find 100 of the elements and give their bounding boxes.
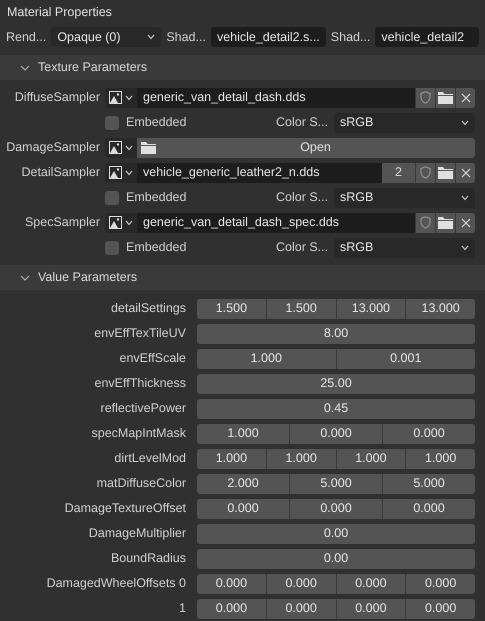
shield-icon [420, 91, 431, 104]
parameter-label: envEffTexTileUV [93, 325, 187, 342]
color-space-label: Color S... [276, 114, 330, 132]
shield-icon [420, 216, 431, 229]
number-field[interactable]: 0.000 [290, 424, 382, 444]
number-field[interactable]: 0.000 [197, 574, 266, 594]
embedded-checkbox[interactable] [105, 240, 119, 254]
number-field[interactable]: 0.000 [383, 498, 475, 518]
section-header[interactable]: Texture Parameters [0, 55, 485, 80]
number-field[interactable]: 0.000 [290, 498, 382, 518]
section-title: Texture Parameters [38, 59, 148, 76]
number-field[interactable]: 2.000 [197, 474, 289, 494]
file-name-field[interactable]: generic_van_detail_dash_spec.dds [137, 212, 415, 232]
number-field[interactable]: 0.001 [336, 348, 475, 368]
unlink-button[interactable] [455, 162, 475, 182]
folder-icon [438, 92, 453, 104]
number-field[interactable]: 0.00 [197, 548, 475, 568]
chevron-down-icon[interactable] [20, 62, 30, 72]
text-field[interactable]: vehicle_detail2 [375, 27, 479, 48]
embedded-label: Embedded [126, 189, 188, 206]
caret-icon [125, 170, 133, 176]
parameter-label: DamageTextureOffset [64, 500, 187, 518]
fake-user-button[interactable] [415, 162, 435, 182]
number-field[interactable]: 8.00 [197, 324, 475, 344]
parameter-label: reflectivePower [100, 400, 187, 418]
chevron-down-icon[interactable] [20, 272, 30, 282]
number-field[interactable]: 1.000 [197, 424, 289, 444]
number-field[interactable]: 1.500 [197, 298, 266, 318]
sampler-label: DamageSampler [5, 139, 100, 156]
color-space-dropdown[interactable]: sRGB [334, 112, 475, 132]
field-label: Rend... [6, 28, 46, 46]
caret-icon [461, 194, 469, 200]
number-field[interactable]: 5.000 [290, 474, 382, 494]
field-label: Shad... [330, 28, 370, 46]
parameter-label: DamagedWheelOffsets 0 [46, 575, 187, 592]
caret-icon [125, 144, 133, 150]
number-field[interactable]: 0.00 [197, 524, 475, 544]
close-icon [460, 168, 470, 178]
number-field[interactable]: 25.00 [197, 374, 475, 394]
image-type-dropdown[interactable] [105, 212, 137, 232]
fake-user-button[interactable] [415, 88, 435, 108]
unlink-button[interactable] [455, 212, 475, 232]
caret-icon [125, 94, 133, 100]
image-icon [109, 91, 122, 104]
number-field[interactable]: 0.000 [336, 598, 406, 618]
embedded-checkbox[interactable] [105, 116, 119, 130]
section-header[interactable]: Value Parameters [0, 265, 485, 290]
number-field[interactable]: 0.000 [406, 574, 475, 594]
color-space-label: Color S... [276, 239, 330, 256]
number-field[interactable]: 0.000 [197, 498, 289, 518]
close-icon [460, 218, 470, 228]
color-space-dropdown[interactable]: sRGB [334, 188, 475, 208]
number-field[interactable]: 1.000 [266, 448, 336, 468]
number-field[interactable]: 13.000 [406, 298, 475, 318]
image-type-dropdown[interactable] [105, 138, 137, 158]
number-field[interactable]: 0.000 [266, 574, 336, 594]
file-name-field[interactable]: vehicle_generic_leather2_n.dds [137, 162, 382, 182]
render-mode-dropdown[interactable]: Opaque (0) [51, 27, 162, 48]
embedded-checkbox[interactable] [105, 190, 119, 204]
sampler-label: SpecSampler [24, 214, 100, 232]
parameter-label: specMapIntMask [90, 425, 187, 442]
number-field[interactable]: 0.000 [406, 598, 475, 618]
field-label: Shad... [166, 28, 206, 46]
sampler-label: DetailSampler [20, 164, 100, 182]
number-field[interactable]: 1.000 [197, 448, 266, 468]
sampler-label: DiffuseSampler [14, 89, 100, 106]
close-icon [460, 92, 470, 102]
section-title: Value Parameters [38, 269, 138, 286]
parameter-label: BoundRadius [110, 550, 187, 568]
open-button[interactable]: Open [137, 138, 475, 158]
number-field[interactable]: 0.000 [383, 424, 475, 444]
embedded-label: Embedded [126, 114, 188, 132]
image-type-dropdown[interactable] [105, 88, 137, 108]
number-field[interactable]: 0.000 [197, 598, 266, 618]
user-count-button[interactable]: 2 [382, 162, 415, 182]
image-icon [109, 141, 122, 154]
open-file-button[interactable] [435, 88, 455, 108]
image-type-dropdown[interactable] [105, 162, 137, 182]
file-name-field[interactable]: generic_van_detail_dash.dds [137, 88, 415, 108]
number-field[interactable]: 1.000 [197, 348, 336, 368]
unlink-button[interactable] [455, 88, 475, 108]
open-file-button[interactable] [435, 212, 455, 232]
caret-icon [147, 34, 156, 40]
fake-user-button[interactable] [415, 212, 435, 232]
number-field[interactable]: 13.000 [336, 298, 406, 318]
number-field[interactable]: 0.000 [266, 598, 336, 618]
text-field[interactable]: vehicle_detail2.s... [210, 27, 326, 48]
open-file-button[interactable] [435, 162, 455, 182]
color-space-label: Color S... [276, 189, 330, 206]
color-space-dropdown[interactable]: sRGB [334, 238, 475, 258]
number-field[interactable]: 1.000 [406, 448, 475, 468]
number-field[interactable]: 1.500 [266, 298, 336, 318]
folder-icon [141, 142, 156, 154]
number-field[interactable]: 0.000 [336, 574, 406, 594]
number-field[interactable]: 0.45 [197, 398, 475, 418]
caret-icon [125, 220, 133, 226]
parameter-label: envEffThickness [94, 375, 187, 392]
number-field[interactable]: 1.000 [336, 448, 406, 468]
number-field[interactable]: 5.000 [383, 474, 475, 494]
caret-icon [461, 120, 469, 126]
